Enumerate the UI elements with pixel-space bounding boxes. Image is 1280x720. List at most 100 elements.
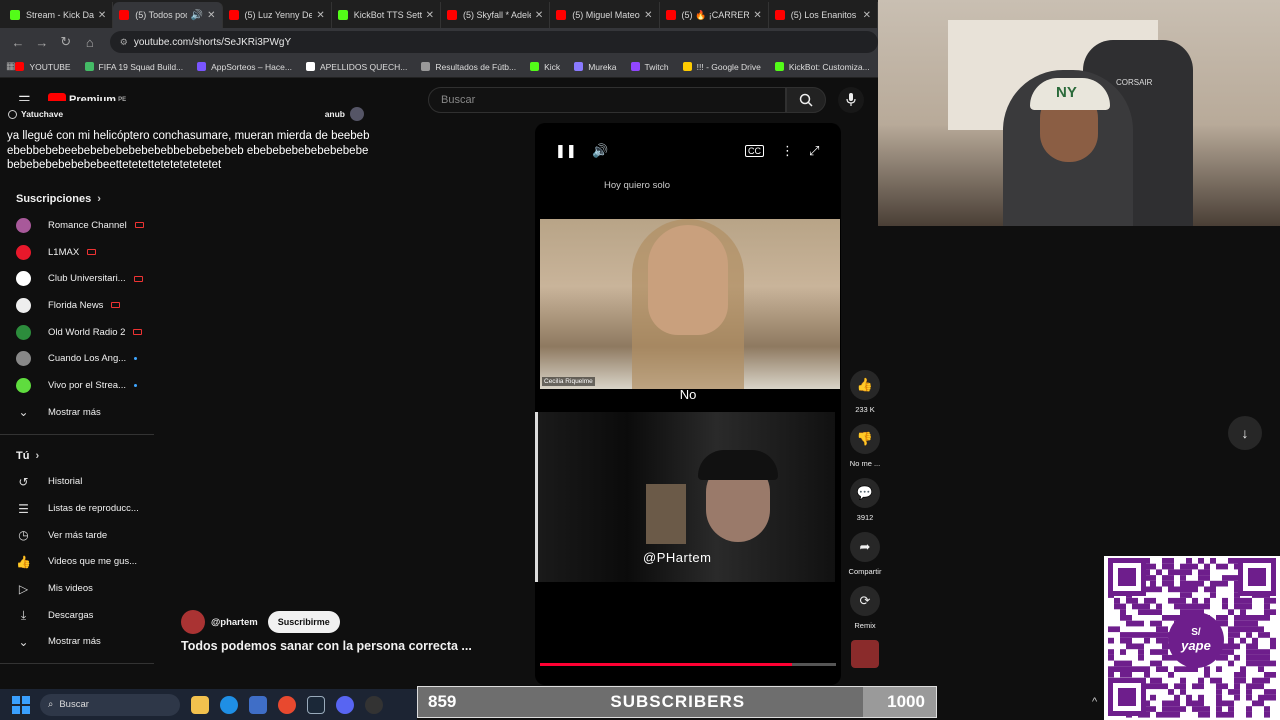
bookmark-item[interactable]: Kick [530, 62, 560, 72]
back-icon[interactable]: ← [6, 35, 30, 50]
action-label: 233 K [855, 405, 875, 414]
search-button[interactable] [786, 87, 826, 113]
remix-icon[interactable]: ⟳ [850, 586, 880, 616]
bookmark-label: FIFA 19 Squad Build... [98, 61, 184, 72]
sound-avatar[interactable] [851, 640, 879, 668]
browser-tab[interactable]: (5) 🔥 ¡CARRERA ✕ [660, 2, 769, 28]
tab-close-icon[interactable]: ✕ [535, 10, 543, 21]
bookmark-item[interactable]: AppSorteos – Hace... [197, 62, 292, 72]
bookmark-item[interactable]: Twitch [630, 62, 669, 72]
chevron-right-icon: › [97, 193, 101, 205]
subscription-label: L1MAX [48, 246, 80, 258]
site-info-icon[interactable]: ⚙ [120, 37, 128, 48]
clock-icon: ◷ [18, 528, 29, 543]
you-item[interactable]: 👍 Videos que me gus... [0, 549, 154, 576]
tab-close-icon[interactable]: ✕ [644, 10, 652, 21]
apps-grid-icon[interactable]: ▦ [6, 61, 15, 72]
subscription-item[interactable]: Club Universitari... [0, 265, 154, 292]
you-item-label: Historial [48, 476, 83, 488]
url-field[interactable]: ⚙ youtube.com/shorts/SeJKRi3PWgY [109, 31, 878, 53]
tray-chevron-icon[interactable]: ^ [1092, 696, 1097, 708]
tab-close-icon[interactable]: ✕ [426, 10, 434, 21]
tab-favicon-icon [119, 10, 130, 20]
forward-icon[interactable]: → [30, 35, 54, 50]
bookmark-favicon-icon [197, 62, 207, 71]
chevron-down-icon: ⌄ [18, 405, 29, 420]
action-share: ➦ Compartir [846, 532, 884, 576]
you-item[interactable]: ◷ Ver más tarde [0, 522, 154, 549]
browser-tab[interactable]: (5) Luz Yenny De ✕ [223, 2, 332, 28]
bookmark-item[interactable]: Mureka [574, 62, 617, 72]
store-icon[interactable] [249, 695, 267, 714]
show-more-you[interactable]: ⌄ Mostrar más [0, 629, 154, 656]
next-short-button[interactable]: ↓ [1228, 416, 1262, 450]
tab-close-icon[interactable]: ✕ [98, 10, 106, 21]
comment-icon[interactable]: 💬 [850, 478, 880, 508]
voice-search-button[interactable] [838, 87, 864, 113]
edge-icon[interactable] [220, 695, 238, 714]
browser-tab[interactable]: (5) Skyfall * Adele ✕ [441, 2, 551, 28]
you-item[interactable]: ⤓ Descargas [0, 602, 154, 629]
browser-tab[interactable]: (5) Los Enanitos ✕ [769, 2, 878, 28]
bookmark-item[interactable]: YOUTUBE [15, 62, 71, 72]
subscription-item[interactable]: Florida News [0, 292, 154, 319]
steam-icon[interactable] [307, 695, 325, 714]
share-icon[interactable]: ➦ [850, 532, 880, 562]
tab-favicon-icon [665, 10, 676, 20]
search-input[interactable]: Buscar [428, 87, 786, 113]
shorts-actions: 👍 233 K 👎 No me ... 💬 3912 ➦ Compartir ⟳ Remix [846, 370, 884, 640]
show-more-subscriptions[interactable]: ⌄ Mostrar más [0, 399, 154, 426]
tab-audio-icon[interactable]: 🔊 [191, 10, 203, 21]
sidebar-divider [0, 663, 154, 665]
bookmark-item[interactable]: Resultados de Fútb... [421, 62, 516, 72]
more-options-icon[interactable]: ⋮ [781, 143, 794, 159]
channel-avatar[interactable] [181, 610, 205, 634]
you-item-label: Descargas [48, 609, 94, 621]
tab-close-icon[interactable]: ✕ [863, 10, 871, 21]
browser-tab[interactable]: (5) Todos pod 🔊 ✕ [113, 2, 223, 28]
subscription-label: Club Universitari... [48, 273, 126, 285]
subscribe-button[interactable]: Suscribirme [267, 611, 340, 633]
browser-tab[interactable]: KickBot TTS Settin ✕ [332, 2, 441, 28]
video-frame-bottom: @PHartem [535, 412, 835, 582]
subscription-item[interactable]: Vivo por el Strea... [0, 372, 154, 399]
bookmark-item[interactable]: KickBot: Customiza... [774, 62, 870, 72]
dislike-icon[interactable]: 👎 [850, 424, 880, 454]
video-person-hair [698, 450, 778, 480]
you-item[interactable]: ▷ Mis videos [0, 575, 154, 602]
browser-tab[interactable]: (5) Miguel Mateo ✕ [550, 2, 660, 28]
tab-close-icon[interactable]: ✕ [753, 10, 761, 21]
channel-name[interactable]: @phartem [211, 617, 258, 628]
subscription-item[interactable]: Old World Radio 2 [0, 319, 154, 346]
tab-close-icon[interactable]: ✕ [316, 10, 324, 21]
home-icon[interactable]: ⌂ [78, 35, 102, 50]
volume-icon[interactable]: 🔊 [592, 143, 608, 159]
you-heading[interactable]: Tú › [0, 443, 154, 469]
file-explorer-icon[interactable] [191, 695, 209, 714]
subscription-item[interactable]: L1MAX [0, 239, 154, 266]
like-icon[interactable]: 👍 [850, 370, 880, 400]
you-item[interactable]: ☰ Listas de reproducc... [0, 495, 154, 522]
fullscreen-icon[interactable]: ⤢ [809, 143, 819, 159]
subscription-item[interactable]: Romance Channel [0, 212, 154, 239]
chrome-icon[interactable] [278, 695, 296, 714]
video-progress-bar[interactable] [540, 663, 836, 666]
obs-icon[interactable] [365, 695, 383, 714]
reload-icon[interactable]: ↻ [54, 34, 78, 50]
pause-icon[interactable]: ❚❚ [555, 143, 577, 159]
subscription-item[interactable]: Cuando Los Ang... [0, 345, 154, 372]
windows-taskbar: ⌕ Buscar [0, 689, 417, 720]
shorts-player[interactable]: ❚❚ 🔊 CC ⋮ ⤢ Hoy quiero solo Cecilia Riqu… [535, 123, 841, 685]
captions-icon[interactable]: CC [745, 145, 764, 157]
subscriptions-heading[interactable]: Suscripciones › [0, 186, 154, 212]
tab-close-icon[interactable]: ✕ [207, 10, 215, 21]
bookmark-item[interactable]: FIFA 19 Squad Build... [84, 61, 184, 72]
taskbar-search[interactable]: ⌕ Buscar [40, 693, 180, 716]
bookmark-item[interactable]: !!! - Google Drive [682, 62, 761, 72]
you-item[interactable]: ↺ Historial [0, 469, 154, 496]
bookmark-item[interactable]: APELLIDOS QUECH... [305, 62, 407, 72]
video-title[interactable]: Todos podemos sanar con la persona corre… [181, 639, 472, 653]
browser-tab[interactable]: Stream - Kick Das ✕ [4, 2, 114, 28]
windows-start-icon[interactable] [12, 695, 30, 714]
discord-icon[interactable] [336, 695, 354, 714]
